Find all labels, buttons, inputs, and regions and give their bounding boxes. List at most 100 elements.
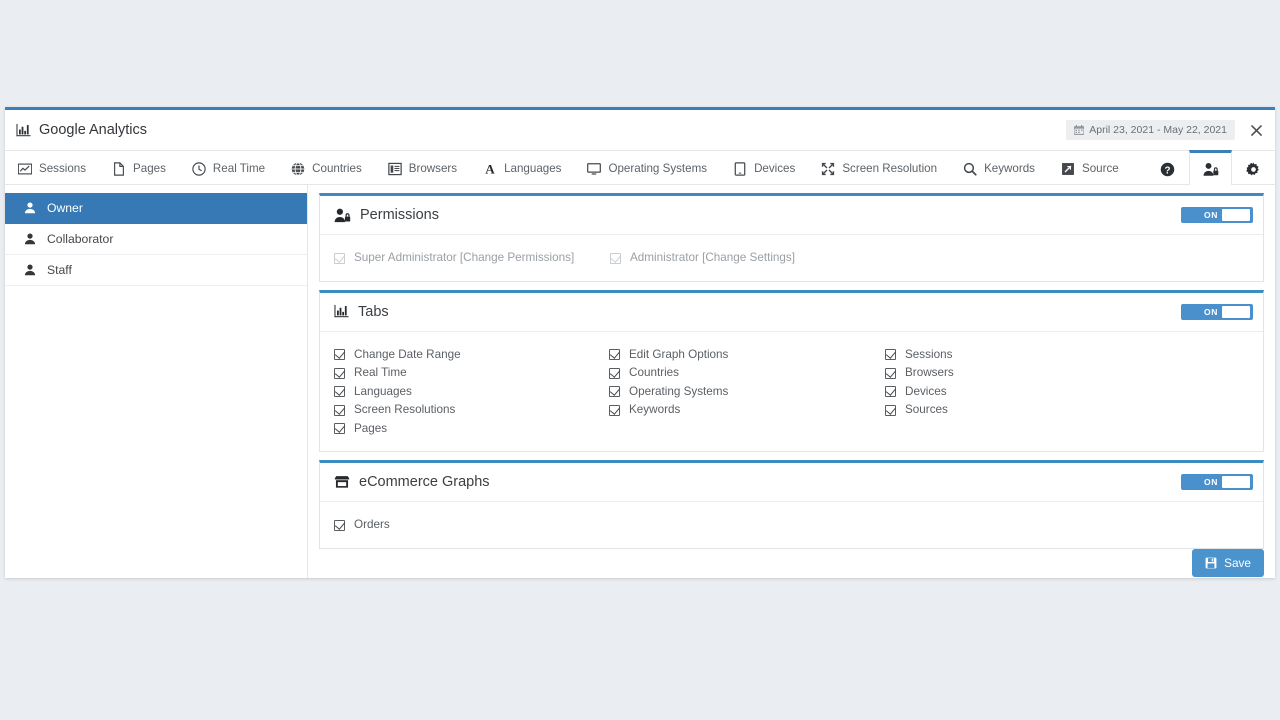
nav-item-browsers[interactable]: Browsers (375, 150, 470, 184)
checkbox-box (334, 423, 345, 434)
globe-icon (291, 162, 305, 176)
user-icon (24, 264, 36, 276)
sidebar-item-collaborator[interactable]: Collaborator (5, 224, 307, 255)
panel-body: Orders (320, 502, 1263, 548)
svg-text:A: A (485, 162, 495, 176)
checkbox-operating-systems[interactable]: Operating Systems (609, 383, 885, 402)
nav-right-icons: ? (1146, 150, 1275, 185)
checkbox-keywords[interactable]: Keywords (609, 401, 885, 420)
checkbox-label: Pages (354, 420, 387, 438)
panel-body: Super Administrator [Change Permissions]… (320, 235, 1263, 281)
main-nav-tabs: Sessions Pages Real Time Countries Brows (5, 151, 1275, 185)
checkbox-edit-graph-options[interactable]: Edit Graph Options (609, 346, 885, 365)
checkbox-devices[interactable]: Devices (885, 383, 1249, 402)
checkbox-label: Keywords (629, 401, 680, 419)
ecommerce-toggle[interactable]: ON (1181, 474, 1253, 490)
checkbox-box (334, 368, 345, 379)
checkbox-box (885, 368, 896, 379)
modal-title: Google Analytics (16, 122, 147, 138)
checkbox-browsers[interactable]: Browsers (885, 364, 1249, 383)
save-button[interactable]: Save (1192, 549, 1264, 577)
roles-sidebar: Owner Collaborator Staff (5, 185, 308, 578)
nav-item-operating-systems[interactable]: Operating Systems (574, 150, 720, 184)
checkbox-box (609, 368, 620, 379)
permissions-panel: Permissions ON Super Administrator [Chan… (319, 193, 1264, 282)
nav-label: Pages (133, 162, 166, 175)
nav-item-pages[interactable]: Pages (99, 150, 179, 184)
checkbox-label: Super Administrator [Change Permissions] (354, 249, 574, 267)
date-range-badge[interactable]: April 23, 2021 - May 22, 2021 (1066, 120, 1235, 140)
panel-title-text: Permissions (360, 207, 439, 223)
panel-body: Change Date Range Real Time Languages (320, 332, 1263, 452)
checkbox-label: Administrator [Change Settings] (630, 249, 795, 267)
permissions-toggle[interactable]: ON (1181, 207, 1253, 223)
bar-chart-icon (16, 123, 31, 138)
modal-body: Owner Collaborator Staff (5, 185, 1275, 578)
checkbox-column: Super Administrator [Change Permissions] (334, 249, 610, 268)
checkbox-change-date-range[interactable]: Change Date Range (334, 346, 609, 365)
checkbox-columns: Change Date Range Real Time Languages (334, 346, 1249, 439)
checkbox-label: Edit Graph Options (629, 346, 728, 364)
checkbox-label: Countries (629, 364, 679, 382)
ecommerce-graphs-panel: eCommerce Graphs ON Orders (319, 460, 1264, 549)
checkbox-sources[interactable]: Sources (885, 401, 1249, 420)
analytics-settings-modal: Google Analytics April 23, 2021 - May 22… (5, 107, 1275, 578)
checkbox-box (609, 405, 620, 416)
nav-label: Languages (504, 162, 561, 175)
file-icon (112, 162, 126, 176)
user-lock-icon (334, 208, 351, 223)
checkbox-label: Change Date Range (354, 346, 461, 364)
checkbox-real-time[interactable]: Real Time (334, 364, 609, 383)
desktop-icon (587, 162, 601, 176)
checkbox-column: Sessions Browsers Devices (885, 346, 1249, 439)
settings-content: Permissions ON Super Administrator [Chan… (308, 185, 1275, 578)
nav-label: Sessions (39, 162, 86, 175)
checkbox-pages[interactable]: Pages (334, 420, 609, 439)
checkbox-sessions[interactable]: Sessions (885, 346, 1249, 365)
toggle-label: ON (1204, 477, 1218, 487)
help-icon[interactable]: ? (1146, 150, 1189, 185)
checkbox-box (334, 253, 345, 264)
nav-item-screen-resolution[interactable]: Screen Resolution (808, 150, 950, 184)
nav-label: Source (1082, 162, 1119, 175)
nav-item-keywords[interactable]: Keywords (950, 150, 1048, 184)
nav-item-source[interactable]: Source (1048, 150, 1132, 184)
modal-title-text: Google Analytics (39, 122, 147, 138)
checkbox-column: Edit Graph Options Countries Operating S… (609, 346, 885, 439)
checkbox-languages[interactable]: Languages (334, 383, 609, 402)
nav-item-devices[interactable]: Devices (720, 150, 808, 184)
nav-item-languages[interactable]: A Languages (470, 150, 574, 184)
sidebar-item-staff[interactable]: Staff (5, 255, 307, 286)
checkbox-label: Sessions (905, 346, 952, 364)
user-lock-icon[interactable] (1189, 150, 1232, 185)
checkbox-screen-resolutions[interactable]: Screen Resolutions (334, 401, 609, 420)
panel-title: Permissions (334, 207, 439, 223)
nav-item-countries[interactable]: Countries (278, 150, 375, 184)
panel-header: Tabs ON (320, 293, 1263, 332)
nav-item-sessions[interactable]: Sessions (5, 150, 99, 184)
gear-icon[interactable] (1232, 150, 1275, 185)
panel-header: eCommerce Graphs ON (320, 463, 1263, 502)
checkbox-administrator: Administrator [Change Settings] (610, 249, 886, 268)
nav-label: Countries (312, 162, 362, 175)
checkbox-columns: Orders (334, 516, 1249, 535)
checkbox-columns: Super Administrator [Change Permissions]… (334, 249, 1249, 268)
save-icon (1205, 557, 1217, 569)
checkbox-countries[interactable]: Countries (609, 364, 885, 383)
tabs-toggle[interactable]: ON (1181, 304, 1253, 320)
checkbox-box (610, 253, 621, 264)
panel-title-text: Tabs (358, 304, 389, 320)
sidebar-item-owner[interactable]: Owner (5, 193, 307, 224)
user-icon (24, 202, 36, 214)
nav-label: Browsers (409, 162, 457, 175)
toggle-label: ON (1204, 210, 1218, 220)
checkbox-orders[interactable]: Orders (334, 516, 609, 535)
nav-label: Operating Systems (608, 162, 707, 175)
checkbox-box (334, 349, 345, 360)
sidebar-item-label: Staff (47, 263, 72, 277)
tabs-panel: Tabs ON Change Date Range (319, 290, 1264, 453)
nav-item-real-time[interactable]: Real Time (179, 150, 278, 184)
panel-header: Permissions ON (320, 196, 1263, 235)
close-icon[interactable] (1245, 119, 1267, 141)
checkbox-box (885, 386, 896, 397)
